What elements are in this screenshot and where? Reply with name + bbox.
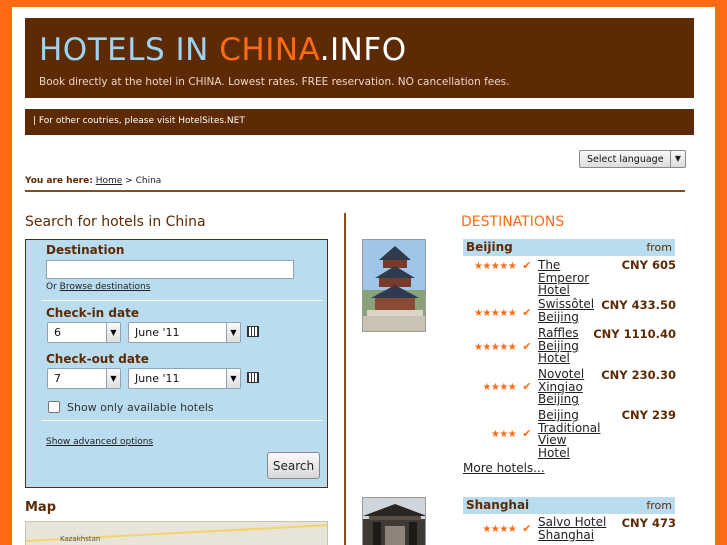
- stars-icon: ★★★★★: [473, 308, 517, 319]
- city-name: Shanghai: [466, 498, 530, 512]
- beijing-photo[interactable]: [362, 239, 426, 332]
- checkout-day-select[interactable]: 7 ▼: [47, 368, 121, 389]
- check-icon: ✔: [522, 522, 531, 535]
- form-separator: [42, 420, 322, 421]
- hotel-price: CNY 1110.40: [593, 327, 676, 341]
- form-separator: [42, 300, 322, 301]
- more-hotels-link[interactable]: More hotels...: [463, 461, 545, 475]
- check-icon: ✔: [522, 340, 531, 353]
- hotel-price: CNY 239: [621, 408, 676, 422]
- title-part-info: .INFO: [319, 32, 407, 68]
- map-title: Map: [25, 500, 57, 515]
- checkin-day-value: 6: [54, 326, 61, 339]
- title-part-hotels: HOTELS IN: [39, 32, 220, 68]
- star-rating: ★★★★ ✔: [463, 380, 531, 393]
- city-name: Beijing: [466, 240, 513, 254]
- map[interactable]: Kazakhstan: [25, 521, 328, 545]
- city-header-beijing[interactable]: Beijing from: [463, 239, 675, 256]
- city-header-shanghai[interactable]: Shanghai from: [463, 497, 675, 514]
- hotel-price: CNY 605: [621, 258, 676, 272]
- chevron-down-icon: ▼: [226, 323, 240, 342]
- destination-input[interactable]: [46, 260, 294, 279]
- chevron-down-icon: ▼: [106, 369, 120, 388]
- check-icon: ✔: [522, 259, 531, 272]
- star-rating: ★★★★★ ✔: [463, 306, 532, 319]
- hotel-link[interactable]: Beijing Traditional View Hotel: [538, 409, 600, 459]
- tagline: Book directly at the hotel in CHINA. Low…: [39, 76, 510, 88]
- shanghai-garden-image: [363, 504, 425, 545]
- chevron-down-icon[interactable]: ▼: [670, 151, 685, 167]
- other-countries-link[interactable]: | For other coutries, please visit Hotel…: [33, 116, 245, 126]
- hotel-link[interactable]: Salvo Hotel Shanghai: [538, 516, 608, 541]
- site-header: HOTELS IN CHINA.INFO Book directly at th…: [25, 18, 694, 98]
- page: HOTELS IN CHINA.INFO Book directly at th…: [12, 7, 715, 545]
- breadcrumb-current: China: [135, 176, 162, 186]
- browse-prefix: Or: [46, 282, 57, 292]
- breadcrumb-home-link[interactable]: Home: [96, 176, 123, 186]
- star-rating: ★★★ ✔: [463, 427, 532, 440]
- available-only-checkbox[interactable]: [48, 401, 60, 413]
- checkin-label: Check-in date: [46, 306, 139, 320]
- stars-icon: ★★★★★: [473, 342, 517, 353]
- hotel-price: CNY 433.50: [601, 298, 676, 312]
- calendar-icon[interactable]: [247, 372, 259, 383]
- checkout-month-select[interactable]: June '11 ▼: [128, 368, 241, 389]
- check-icon: ✔: [522, 427, 531, 440]
- hotel-link[interactable]: The Emperor Hotel: [538, 259, 600, 297]
- hotel-price: CNY 473: [621, 516, 676, 530]
- language-select[interactable]: Select language ▼: [579, 150, 686, 168]
- breadcrumb-prefix: You are here:: [25, 176, 93, 186]
- advanced-options-link[interactable]: Show advanced options: [46, 437, 153, 447]
- check-icon: ✔: [522, 380, 531, 393]
- from-label: from: [646, 241, 672, 254]
- available-only-label: Show only available hotels: [67, 401, 214, 414]
- stars-icon: ★★★: [490, 429, 517, 440]
- hotel-link[interactable]: Swissôtel Beijing: [538, 298, 600, 323]
- checkin-month-select[interactable]: June '11 ▼: [128, 322, 241, 343]
- breadcrumb-separator: >: [125, 176, 133, 186]
- stars-icon: ★★★★★: [473, 261, 517, 272]
- chevron-down-icon: ▼: [226, 369, 240, 388]
- stars-icon: ★★★★: [482, 382, 517, 393]
- checkin-day-select[interactable]: 6 ▼: [47, 322, 121, 343]
- star-rating: ★★★★★ ✔: [463, 340, 532, 353]
- checkout-label: Check-out date: [46, 352, 149, 366]
- language-select-label: Select language: [587, 154, 664, 165]
- search-title: Search for hotels in China: [25, 214, 206, 230]
- star-rating: ★★★★★ ✔: [463, 259, 532, 272]
- hotel-link[interactable]: Novotel Xinqiao Beijing: [538, 368, 600, 406]
- checkout-day-value: 7: [54, 372, 61, 385]
- temple-of-heaven-image: [363, 246, 425, 331]
- destination-label: Destination: [46, 243, 125, 257]
- browse-destinations-link[interactable]: Browse destinations: [60, 282, 151, 292]
- hotel-price: CNY 230.30: [601, 368, 676, 382]
- column-divider: [344, 213, 346, 545]
- map-place-label: Kazakhstan: [60, 535, 101, 543]
- divider: [25, 190, 685, 192]
- calendar-icon[interactable]: [247, 326, 259, 337]
- chevron-down-icon: ▼: [106, 323, 120, 342]
- destinations-title: DESTINATIONS: [461, 214, 565, 230]
- hotel-link[interactable]: Raffles Beijing Hotel: [538, 327, 600, 365]
- checkout-month-value: June '11: [135, 372, 180, 385]
- shanghai-photo[interactable]: [362, 497, 426, 545]
- browse-destinations: Or Browse destinations: [46, 282, 150, 292]
- star-rating: ★★★★ ✔: [463, 522, 531, 535]
- stars-icon: ★★★★: [482, 524, 517, 535]
- search-form: Destination Or Browse destinations Check…: [25, 239, 328, 488]
- breadcrumb: You are here: Home > China: [25, 176, 161, 186]
- from-label: from: [646, 499, 672, 512]
- other-countries-bar: | For other coutries, please visit Hotel…: [25, 109, 694, 135]
- title-part-china: CHINA: [219, 32, 320, 68]
- search-button[interactable]: Search: [267, 452, 320, 479]
- check-icon: ✔: [522, 306, 531, 319]
- site-title[interactable]: HOTELS IN CHINA.INFO: [39, 32, 407, 68]
- checkin-month-value: June '11: [135, 326, 180, 339]
